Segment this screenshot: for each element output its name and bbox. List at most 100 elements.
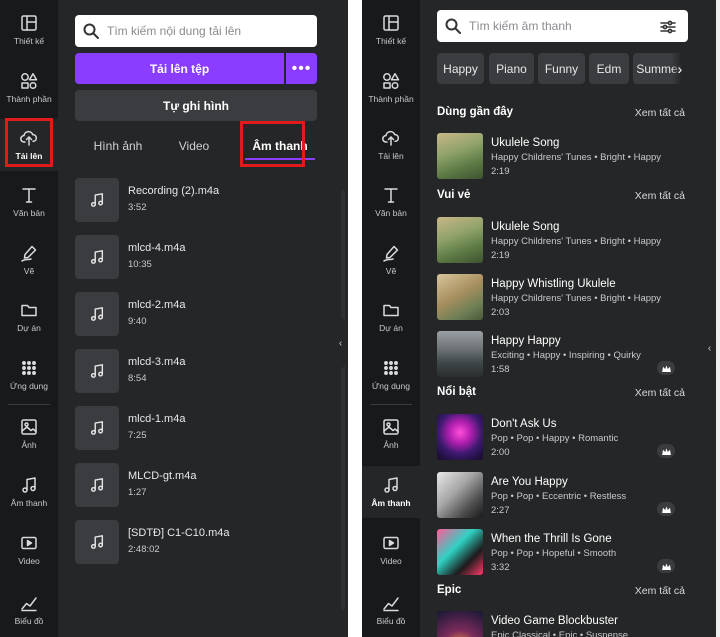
- mood-chip[interactable]: Piano: [489, 53, 534, 84]
- track-duration: 2:19: [491, 250, 510, 261]
- track-meta: Pop • Pop • Eccentric • Restless: [491, 491, 627, 502]
- rail-item-apps[interactable]: Ứng dụng: [362, 349, 420, 401]
- audio-search-box[interactable]: [437, 10, 688, 42]
- see-all-link[interactable]: Xem tất cả: [635, 107, 685, 119]
- audio-track-item[interactable]: Ukulele Song Happy Childrens' Tunes • Bri…: [437, 217, 689, 265]
- track-duration: 2:19: [491, 166, 510, 177]
- filter-button[interactable]: [658, 17, 678, 37]
- more-options-button[interactable]: •••: [286, 53, 317, 84]
- rail-item-projects[interactable]: Dự án: [362, 291, 420, 343]
- uploaded-audio-item[interactable]: mlcd-4.m4a 10:35: [75, 235, 335, 281]
- rail-item-elements[interactable]: Thành phần: [0, 62, 58, 114]
- collapse-panel-handle-right[interactable]: ‹: [703, 322, 716, 374]
- track-title: Happy Happy: [491, 335, 561, 347]
- audio-track-item[interactable]: Happy Happy Exciting • Happy • Inspiring …: [437, 331, 689, 379]
- rail-item-label: Thành phần: [6, 94, 52, 104]
- see-all-link[interactable]: Xem tất cả: [635, 585, 685, 597]
- music-note-icon: [90, 364, 104, 378]
- chevron-right-icon[interactable]: ›: [672, 53, 688, 84]
- rail-item-charts[interactable]: Biểu đồ: [362, 584, 420, 636]
- mood-chip[interactable]: Edm: [589, 53, 629, 84]
- track-title: Ukulele Song: [491, 221, 560, 233]
- rail-item-video[interactable]: Video: [362, 524, 420, 576]
- mood-chip[interactable]: Funny: [538, 53, 585, 84]
- rail-item-video[interactable]: Video: [0, 524, 58, 576]
- uploaded-audio-item[interactable]: mlcd-2.m4a 9:40: [75, 292, 335, 338]
- track-meta: Pop • Pop • Happy • Romantic: [491, 433, 619, 444]
- file-name: mlcd-4.m4a: [128, 242, 186, 254]
- rail-item-label: Thiết kế: [375, 36, 407, 46]
- rail-item-label: Ứng dụng: [372, 381, 410, 391]
- shapes-icon: [21, 73, 38, 90]
- canvas-area-edge: [716, 0, 720, 637]
- see-all-link[interactable]: Xem tất cả: [635, 387, 685, 399]
- highlight-uploads-rail: [5, 118, 53, 167]
- rail-item-design[interactable]: Thiết kế: [362, 4, 420, 56]
- upload-files-button[interactable]: Tải lên tệp: [75, 53, 284, 84]
- rail-item-projects[interactable]: Dự án: [0, 291, 58, 343]
- scrollbar-track[interactable]: [341, 190, 345, 610]
- highlight-audio-tab: [240, 121, 305, 167]
- audio-track-item[interactable]: Ukulele Song Happy Childrens' Tunes • Bri…: [437, 133, 689, 181]
- track-meta: Happy Childrens' Tunes • Bright • Happy: [491, 236, 662, 247]
- rail-item-charts[interactable]: Biểu đồ: [0, 584, 58, 636]
- uploaded-audio-item[interactable]: mlcd-1.m4a 7:25: [75, 406, 335, 452]
- file-duration: 2:48:02: [128, 544, 160, 555]
- file-duration: 9:40: [128, 316, 147, 327]
- track-duration: 2:27: [491, 505, 510, 516]
- audio-search-input[interactable]: [469, 19, 680, 33]
- rail-item-draw[interactable]: Vẽ: [362, 234, 420, 286]
- rail-item-label: Tải lên: [378, 151, 404, 161]
- collapse-panel-handle[interactable]: ‹: [334, 317, 347, 369]
- audio-track-item[interactable]: When the Thrill Is Gone Pop • Pop • Hopef…: [437, 529, 689, 577]
- file-name: mlcd-2.m4a: [128, 299, 186, 311]
- rail-item-audio[interactable]: Âm thanh: [0, 466, 58, 518]
- rail-item-elements[interactable]: Thành phần: [362, 62, 420, 114]
- layout-icon: [383, 15, 399, 31]
- audio-file-thumb: [75, 235, 119, 279]
- uploaded-audio-item[interactable]: MLCD-gt.m4a 1:27: [75, 463, 335, 509]
- audio-track-item[interactable]: Happy Whistling Ukulele Happy Childrens' …: [437, 274, 689, 322]
- track-title: Happy Whistling Ukulele: [491, 278, 616, 290]
- rail-item-draw[interactable]: Vẽ: [0, 234, 58, 286]
- search-icon: [445, 18, 461, 34]
- audio-track-item[interactable]: Are You Happy Pop • Pop • Eccentric • Res…: [437, 472, 689, 520]
- see-all-link[interactable]: Xem tất cả: [635, 190, 685, 202]
- rail-item-label: Biểu đồ: [376, 616, 406, 626]
- side-rail: Thiết kế Thành phần Tải lên Văn bản Vẽ Dự án Ứ…: [0, 0, 58, 637]
- uploaded-audio-item[interactable]: Recording (2).m4a 3:52: [75, 178, 335, 224]
- tab-images[interactable]: Hình ảnh: [80, 131, 156, 161]
- track-meta: Happy Childrens' Tunes • Bright • Happy: [491, 293, 662, 304]
- rail-item-text[interactable]: Văn bản: [0, 176, 58, 228]
- uploads-search-input[interactable]: [107, 24, 309, 38]
- video-icon: [21, 536, 37, 550]
- uploads-panel-screen: Thiết kế Thành phần Tải lên Văn bản Vẽ Dự án Ứ…: [0, 0, 348, 637]
- rail-item-apps[interactable]: Ứng dụng: [0, 349, 58, 401]
- music-note-icon: [90, 307, 104, 321]
- music-note-icon: [90, 535, 104, 549]
- mood-chip[interactable]: Happy: [437, 53, 484, 84]
- shapes-icon: [383, 73, 400, 90]
- file-name: MLCD-gt.m4a: [128, 470, 197, 482]
- track-thumbnail: [437, 611, 483, 637]
- track-title: Ukulele Song: [491, 137, 560, 149]
- rail-item-design[interactable]: Thiết kế: [0, 4, 58, 56]
- record-yourself-button[interactable]: Tự ghi hình: [75, 90, 317, 121]
- audio-track-item[interactable]: Video Game Blockbuster Epic Classical • E…: [437, 611, 689, 637]
- rail-item-audio[interactable]: Âm thanh: [362, 466, 420, 518]
- rail-item-photos[interactable]: Ảnh: [362, 408, 420, 460]
- uploads-search-box[interactable]: [75, 15, 317, 47]
- uploaded-audio-item[interactable]: mlcd-3.m4a 8:54: [75, 349, 335, 395]
- rail-item-uploads[interactable]: Tải lên: [362, 119, 420, 171]
- file-name: mlcd-1.m4a: [128, 413, 186, 425]
- text-icon: [22, 188, 36, 203]
- rail-item-photos[interactable]: Ảnh: [0, 408, 58, 460]
- chart-icon: [383, 597, 399, 612]
- audio-track-item[interactable]: Don't Ask Us Pop • Pop • Happy • Romantic…: [437, 414, 689, 462]
- rail-item-text[interactable]: Văn bản: [362, 176, 420, 228]
- track-meta: Exciting • Happy • Inspiring • Quirky: [491, 350, 641, 361]
- rail-item-label: Âm thanh: [10, 498, 48, 508]
- tab-videos[interactable]: Video: [162, 131, 226, 161]
- pro-badge: [657, 444, 675, 458]
- uploaded-audio-item[interactable]: [SDTĐ] C1-C10.m4a 2:48:02: [75, 520, 335, 566]
